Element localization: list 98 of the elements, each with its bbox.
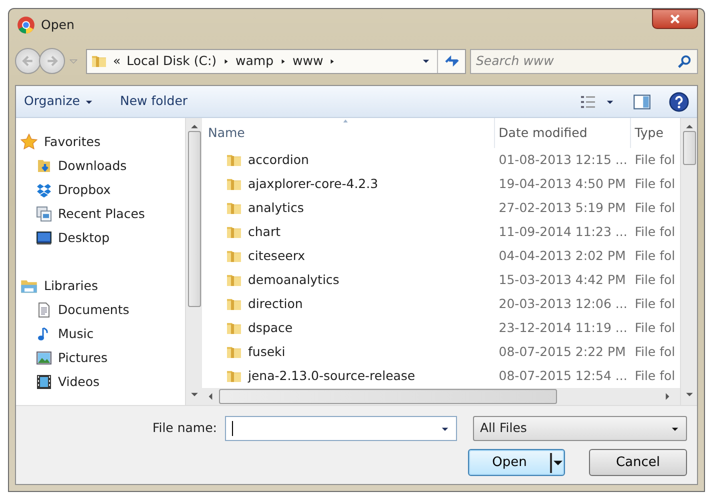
sidebar-item[interactable]: Dropbox [16,178,185,202]
date-cell-text: 11-09-2014 11:23 ... [498,222,628,241]
file-row[interactable]: dspace 23-12-2014 11:19 ... File fol [202,316,680,340]
file-name-field[interactable] [225,416,457,441]
breadcrumb[interactable]: www [292,52,324,70]
field-label: File name: [152,419,217,438]
close-button[interactable] [652,9,698,29]
file-name: dspace [248,318,293,337]
file-name: analytics [248,198,304,217]
breadcrumb[interactable]: Local Disk (C:) [126,52,217,70]
film-icon [36,374,52,390]
file-row[interactable]: fuseki 08-07-2015 2:22 PM File fol [202,340,680,364]
view-menu[interactable] [579,94,615,110]
date-cell-text: 08-07-2015 12:54 ... [498,366,628,385]
document-icon [36,302,52,318]
file-row[interactable]: accordion 01-08-2013 12:15 ... File fol [202,148,680,172]
date-cell-text: 19-04-2013 4:50 PM [498,174,627,193]
sidebar-item[interactable]: Downloads [16,154,185,178]
date-cell-text: 23-12-2014 11:19 ... [498,318,628,337]
date-cell-text: 15-03-2013 4:42 PM [498,270,627,289]
scroll-right-icon[interactable] [663,392,672,401]
scroll-thumb[interactable] [682,131,696,165]
scroll-down-icon[interactable] [684,390,694,399]
sidebar-item[interactable]: Pictures [16,346,185,370]
file-row[interactable]: chart 11-09-2014 11:23 ... File fol [202,220,680,244]
type-cell-text: File fol [634,150,676,169]
file-name: chart [248,222,280,241]
sidebar-item[interactable]: Videos [16,370,185,394]
scroll-thumb[interactable] [219,389,557,404]
window-title: Open [41,16,74,34]
date-cell-text: 27-02-2013 5:19 PM [498,198,627,217]
download-folder-icon [36,158,52,174]
date-cell-text: 04-04-2013 2:02 PM [498,246,627,265]
file-name: accordion [248,150,309,169]
file-name: demoanalytics [248,270,340,289]
organize-menu[interactable]: Organize [24,92,94,111]
picture-icon [36,350,52,366]
file-row[interactable]: ajaxplorer-core-4.2.3 19-04-2013 4:50 PM File fol [202,172,680,196]
breadcrumb[interactable]: « [113,52,121,70]
file-row[interactable]: demoanalytics 15-03-2013 4:42 PM File fol [202,268,680,292]
file-type-dropdown[interactable]: All Files [473,416,687,441]
scroll-thumb[interactable] [188,131,200,307]
chevron-icon[interactable] [222,56,230,66]
date-cell-text: 01-08-2013 12:15 ... [498,150,628,169]
file-row[interactable]: jena-2.13.0-source-release 08-07-2015 12:54 ... File fol [202,364,680,388]
chevron-icon[interactable] [280,56,287,66]
breadcrumb[interactable]: wamp [236,52,274,70]
sidebar-item[interactable]: Recent Places [16,202,185,226]
preview-pane-icon[interactable] [633,92,651,110]
sidebar-item[interactable]: Documents [16,298,185,322]
file-row[interactable]: citeseerx 04-04-2013 2:02 PM File fol [202,244,680,268]
type-cell-text: File fol [634,174,676,193]
type-cell-text: File fol [634,222,676,241]
open-button[interactable]: Open [468,449,565,476]
sidebar-group[interactable]: Favorites [16,130,185,154]
file-name: ajaxplorer-core-4.2.3 [248,174,378,193]
file-name: fuseki [248,342,286,361]
forward-arrow-icon [45,54,59,68]
column-header[interactable]: Date modified [494,118,631,148]
file-name: jena-2.13.0-source-release [248,366,416,385]
help-icon[interactable] [669,92,689,112]
type-cell-text: File fol [634,270,676,289]
star-icon [20,133,38,151]
sidebar-item[interactable]: Music [16,322,185,346]
type-cell-text: File fol [634,246,676,265]
scroll-left-icon[interactable] [206,392,215,401]
date-cell-text: 08-07-2015 2:22 PM [498,342,627,361]
type-cell-text: File fol [634,318,676,337]
address-bar[interactable]: « Local Disk (C:) wamp www [86,48,466,74]
close-icon [669,13,681,25]
scrollbar[interactable] [680,118,697,405]
recent-places-icon [36,206,52,222]
app-icon [17,16,35,34]
file-name: citeseerx [248,246,306,265]
back-arrow-icon [21,54,35,68]
scroll-down-icon[interactable] [190,390,198,399]
cancel-button[interactable]: Cancel [589,449,687,476]
chevron-icon[interactable] [329,56,336,66]
sidebar-item[interactable]: Desktop [16,226,185,250]
file-row[interactable]: analytics 27-02-2013 5:19 PM File fol [202,196,680,220]
list-view-icon [579,94,597,110]
monitor-icon [36,230,52,246]
type-cell-text: File fol [634,342,676,361]
type-cell-text: File fol [634,366,676,385]
file-row[interactable]: direction 20-03-2013 12:06 ... File fol [202,292,680,316]
refresh-icon [444,53,460,69]
date-cell-text: 20-03-2013 12:06 ... [498,294,628,313]
search-field[interactable]: Search www [470,48,698,74]
type-cell-text: File fol [634,198,676,217]
box-icon [36,182,52,198]
sidebar-group[interactable]: Libraries [16,274,185,298]
new-folder-button[interactable]: New folder [120,92,188,111]
type-cell-text: File fol [634,294,676,313]
file-name: direction [248,294,303,313]
text-cursor [232,421,233,436]
scrollbar[interactable] [185,118,202,405]
column-header[interactable]: Type [630,118,680,148]
search-icon [677,54,692,68]
